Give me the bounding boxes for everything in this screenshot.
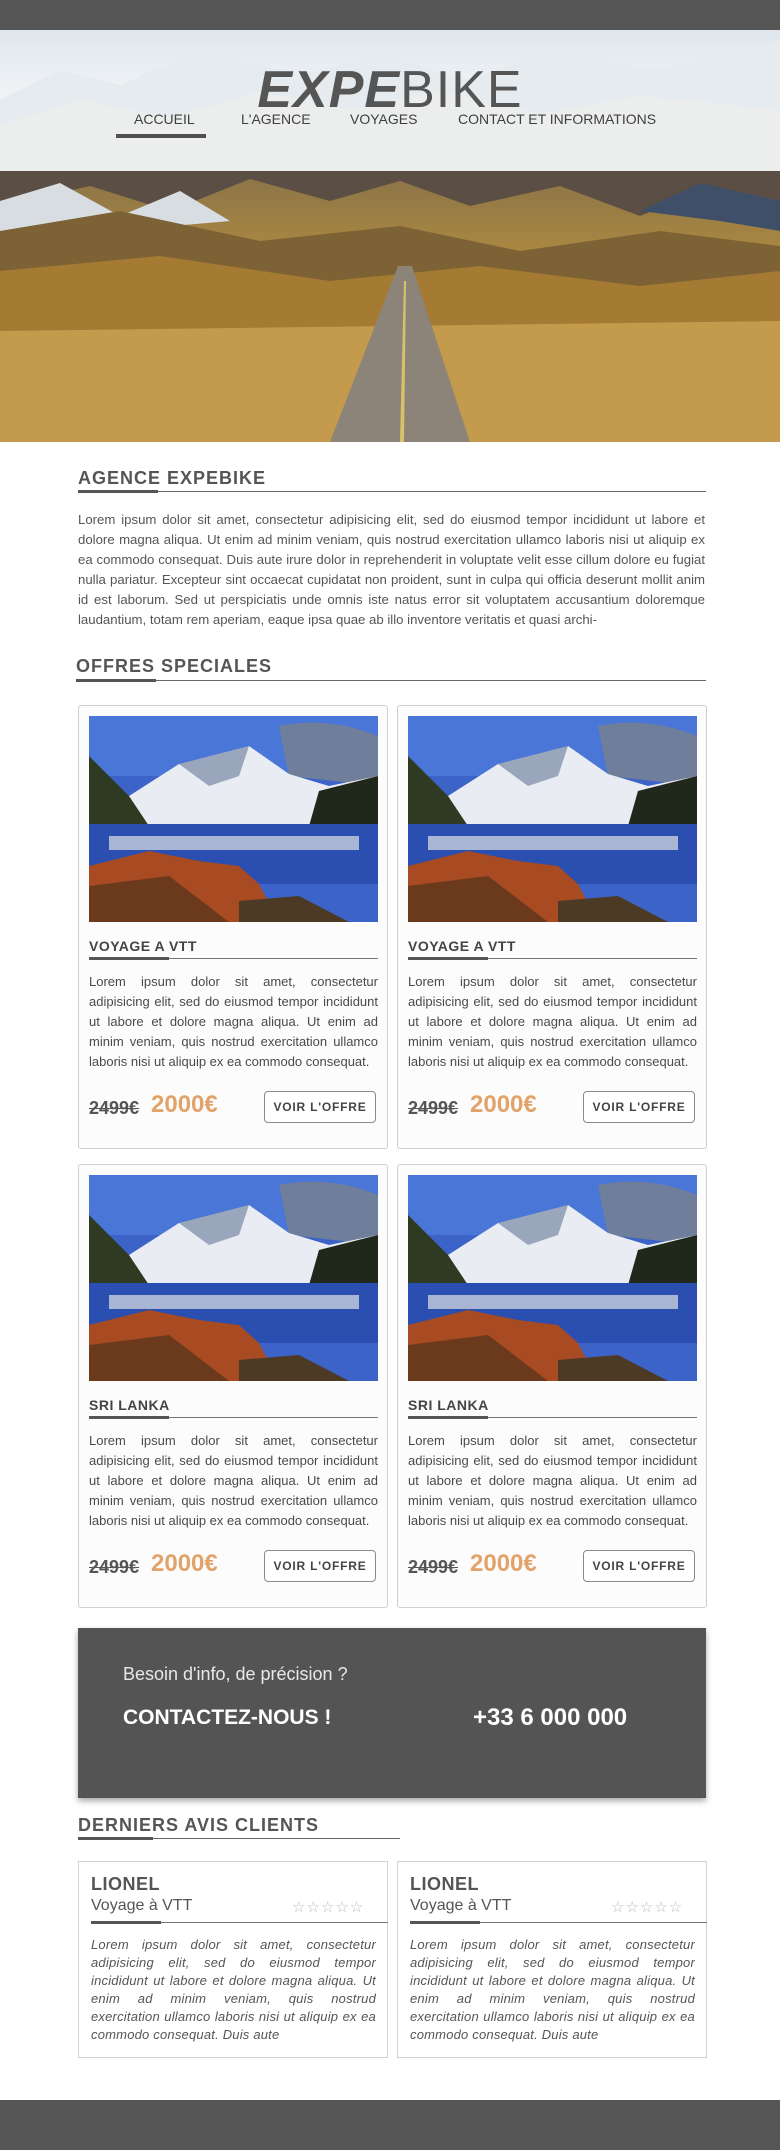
- offer-new-price: 2000€: [151, 1091, 218, 1118]
- offers-title-rule: [76, 680, 706, 681]
- lake-mountain-image: [408, 716, 697, 922]
- lake-mountain-image: [89, 1175, 378, 1381]
- offer-title: SRI LANKA: [89, 1397, 170, 1413]
- view-offer-button[interactable]: VOIR L'OFFRE: [583, 1091, 695, 1123]
- offer-card: VOYAGE A VTT Lorem ipsum dolor sit amet,…: [78, 705, 388, 1149]
- review-card: LIONEL Voyage à VTT ☆☆☆☆☆ Lorem ipsum do…: [78, 1861, 388, 2058]
- site-footer: [0, 2100, 780, 2150]
- contact-question: Besoin d'info, de précision ?: [123, 1664, 348, 1684]
- review-text: Lorem ipsum dolor sit amet, consectetur …: [91, 1937, 376, 2042]
- offer-card: SRI LANKA Lorem ipsum dolor sit amet, co…: [78, 1164, 388, 1608]
- lake-mountain-image: [408, 1175, 697, 1381]
- review-text: Lorem ipsum dolor sit amet, consectetur …: [410, 1937, 695, 2042]
- hero-banner: [0, 171, 780, 442]
- nav-item-contact[interactable]: CONTACT ET INFORMATIONS: [458, 111, 656, 127]
- agency-description: Lorem ipsum dolor sit amet, consectetur …: [78, 512, 705, 627]
- offer-photo[interactable]: [408, 716, 697, 922]
- contact-banner: Besoin d'info, de précision ? CONTACTEZ-…: [78, 1628, 706, 1798]
- reviews-title: DERNIERS AVIS CLIENTS: [78, 1815, 320, 1835]
- lake-mountain-image: [89, 716, 378, 922]
- offer-title: SRI LANKA: [408, 1397, 489, 1413]
- offer-photo[interactable]: [408, 1175, 697, 1381]
- offer-title-accent: [89, 1416, 169, 1419]
- star-rating-icon: ☆☆☆☆☆: [292, 1899, 365, 1916]
- offer-title-accent: [408, 1416, 488, 1419]
- offer-description: Lorem ipsum dolor sit amet, consectetur …: [89, 1433, 378, 1528]
- offer-photo[interactable]: [89, 716, 378, 922]
- reviews-title-accent: [78, 1837, 153, 1840]
- agency-title: AGENCE EXPEBIKE: [78, 468, 267, 488]
- top-bar: [0, 0, 780, 30]
- view-offer-button[interactable]: VOIR L'OFFRE: [583, 1550, 695, 1582]
- contact-phone[interactable]: +33 6 000 000: [473, 1704, 627, 1732]
- star-rating-icon: ☆☆☆☆☆: [611, 1899, 684, 1916]
- nav-item-voyages[interactable]: VOYAGES: [350, 111, 417, 127]
- offer-photo[interactable]: [89, 1175, 378, 1381]
- offer-old-price: 2499€: [408, 1557, 459, 1577]
- review-accent: [91, 1921, 161, 1924]
- review-card: LIONEL Voyage à VTT ☆☆☆☆☆ Lorem ipsum do…: [397, 1861, 707, 2058]
- nav-item-agence[interactable]: L'AGENCE: [241, 111, 311, 127]
- hero-landscape-image: [0, 171, 780, 442]
- offer-title-accent: [89, 957, 169, 960]
- view-offer-button[interactable]: VOIR L'OFFRE: [264, 1550, 376, 1582]
- offer-old-price: 2499€: [89, 1557, 140, 1577]
- offer-old-price: 2499€: [408, 1098, 459, 1118]
- review-accent: [410, 1921, 480, 1924]
- site-header: EXPEBIKE: [0, 30, 780, 171]
- review-trip: Voyage à VTT: [91, 1897, 193, 1914]
- offers-title: OFFRES SPECIALES: [76, 656, 273, 676]
- offer-new-price: 2000€: [470, 1091, 537, 1118]
- offer-new-price: 2000€: [470, 1550, 537, 1577]
- offer-description: Lorem ipsum dolor sit amet, consectetur …: [89, 974, 378, 1069]
- offer-old-price: 2499€: [89, 1098, 140, 1118]
- offer-title: VOYAGE A VTT: [89, 938, 197, 954]
- offer-new-price: 2000€: [151, 1550, 218, 1577]
- nav-active-indicator: [116, 134, 206, 138]
- view-offer-button[interactable]: VOIR L'OFFRE: [264, 1091, 376, 1123]
- reviewer-name: LIONEL: [410, 1874, 479, 1894]
- offer-title: VOYAGE A VTT: [408, 938, 516, 954]
- offers-title-accent: [76, 679, 156, 682]
- reviewer-name: LIONEL: [91, 1874, 160, 1894]
- offer-card: VOYAGE A VTT Lorem ipsum dolor sit amet,…: [397, 705, 707, 1149]
- nav-item-accueil[interactable]: ACCUEIL: [134, 111, 195, 127]
- agency-title-rule: [78, 491, 706, 492]
- contact-us-link[interactable]: CONTACTEZ-NOUS !: [123, 1706, 331, 1730]
- offer-title-accent: [408, 957, 488, 960]
- review-trip: Voyage à VTT: [410, 1897, 512, 1914]
- offer-description: Lorem ipsum dolor sit amet, consectetur …: [408, 974, 697, 1069]
- offer-card: SRI LANKA Lorem ipsum dolor sit amet, co…: [397, 1164, 707, 1608]
- offer-description: Lorem ipsum dolor sit amet, consectetur …: [408, 1433, 697, 1528]
- agency-title-accent: [78, 490, 158, 493]
